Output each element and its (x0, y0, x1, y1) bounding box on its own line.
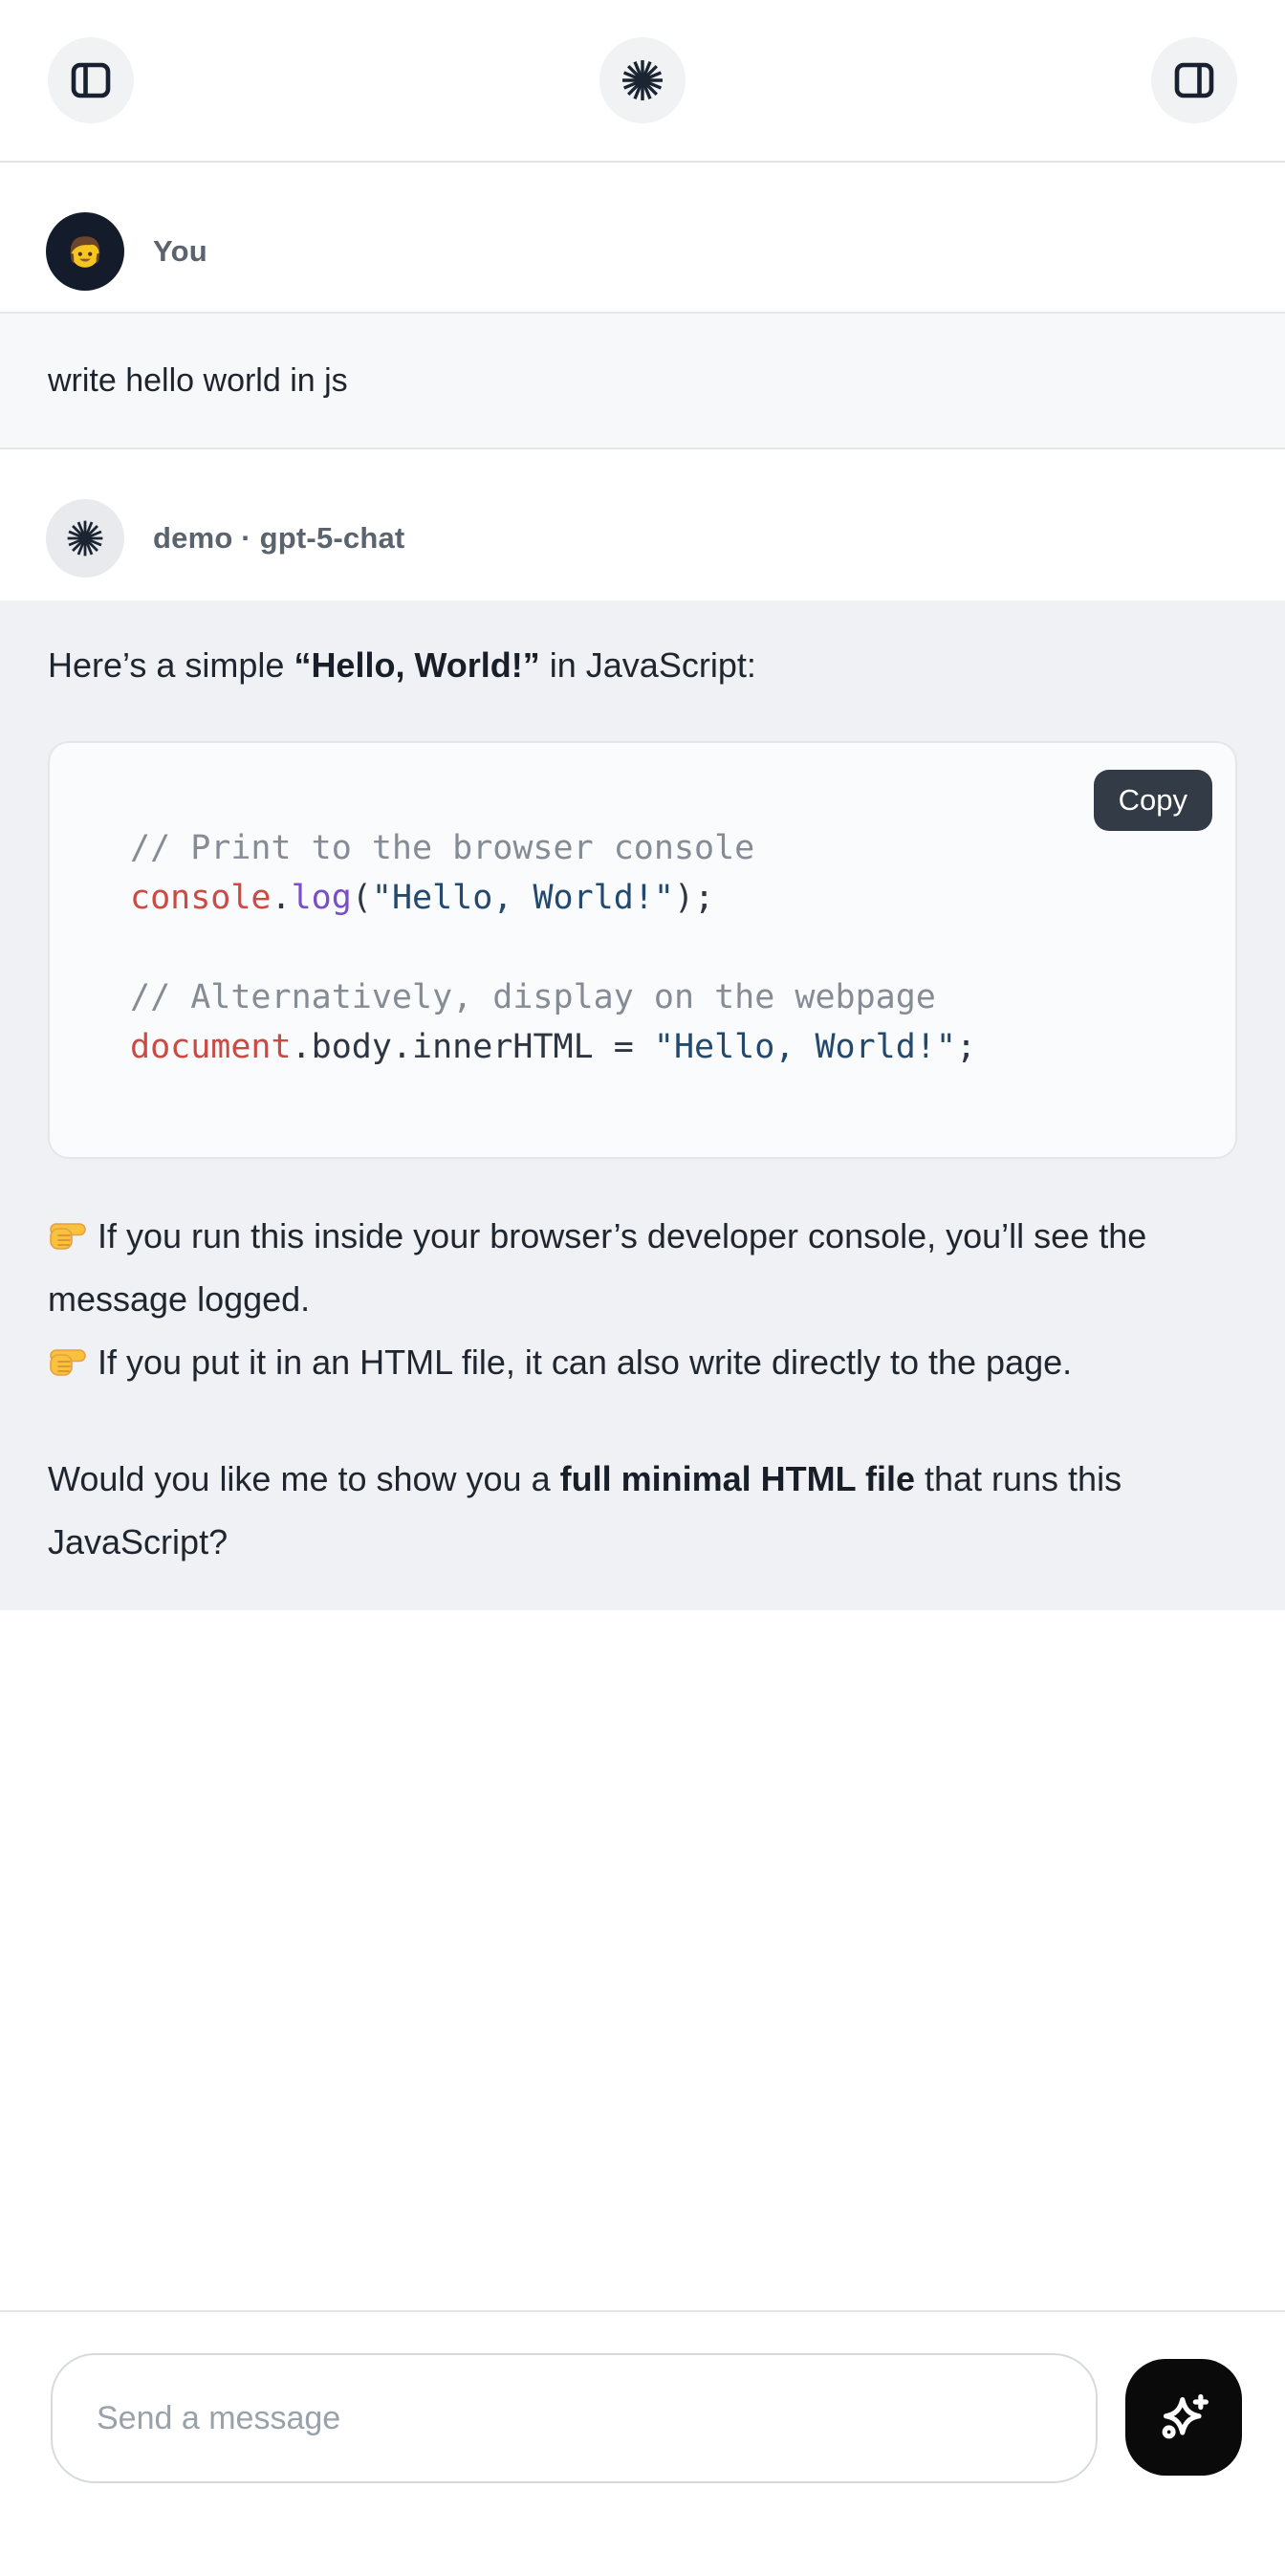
assistant-question-text: Would you like me to show you a full min… (48, 1448, 1237, 1574)
panel-left-icon (68, 57, 114, 103)
person-emoji-icon (60, 227, 110, 276)
send-button[interactable] (1125, 2359, 1242, 2476)
sparkles-icon (1153, 2387, 1214, 2448)
user-header-row: You (0, 163, 1285, 312)
assistant-message: Here’s a simple “Hello, World!” in JavaS… (0, 600, 1285, 1610)
user-avatar (46, 212, 124, 291)
code-block: Copy // Print to the browser consolecons… (48, 741, 1237, 1159)
composer-bar (0, 2310, 1285, 2515)
starburst-icon (620, 57, 665, 103)
bullet-line: If you put it in an HTML file, it can al… (48, 1331, 1237, 1394)
assistant-intro-text: Here’s a simple “Hello, World!” in JavaS… (48, 635, 1237, 696)
pointing-hand-icon (48, 1341, 88, 1381)
code-content: // Print to the browser consoleconsole.l… (50, 743, 1235, 1157)
pointing-hand-icon (48, 1214, 88, 1255)
copy-button[interactable]: Copy (1094, 770, 1212, 831)
chat-empty-space (0, 1610, 1285, 2310)
assistant-header-row: demo · gpt-5-chat (0, 449, 1285, 600)
bullet-line: If you run this inside your browser’s de… (48, 1205, 1237, 1331)
starburst-icon (65, 518, 105, 558)
assistant-bullets: If you run this inside your browser’s de… (48, 1205, 1237, 1394)
user-message: write hello world in js (0, 312, 1285, 449)
new-chat-button[interactable] (599, 37, 686, 123)
user-message-text: write hello world in js (48, 362, 348, 400)
top-bar (0, 0, 1285, 163)
user-name-label: You (153, 234, 207, 269)
message-input[interactable] (51, 2353, 1098, 2483)
sidebar-toggle-button[interactable] (48, 37, 134, 123)
panel-right-icon (1171, 57, 1217, 103)
panel-toggle-button[interactable] (1151, 37, 1237, 123)
assistant-avatar (46, 499, 124, 578)
assistant-name-label: demo · gpt-5-chat (153, 521, 404, 556)
code-lines: // Print to the browser consoleconsole.l… (130, 823, 1197, 1072)
